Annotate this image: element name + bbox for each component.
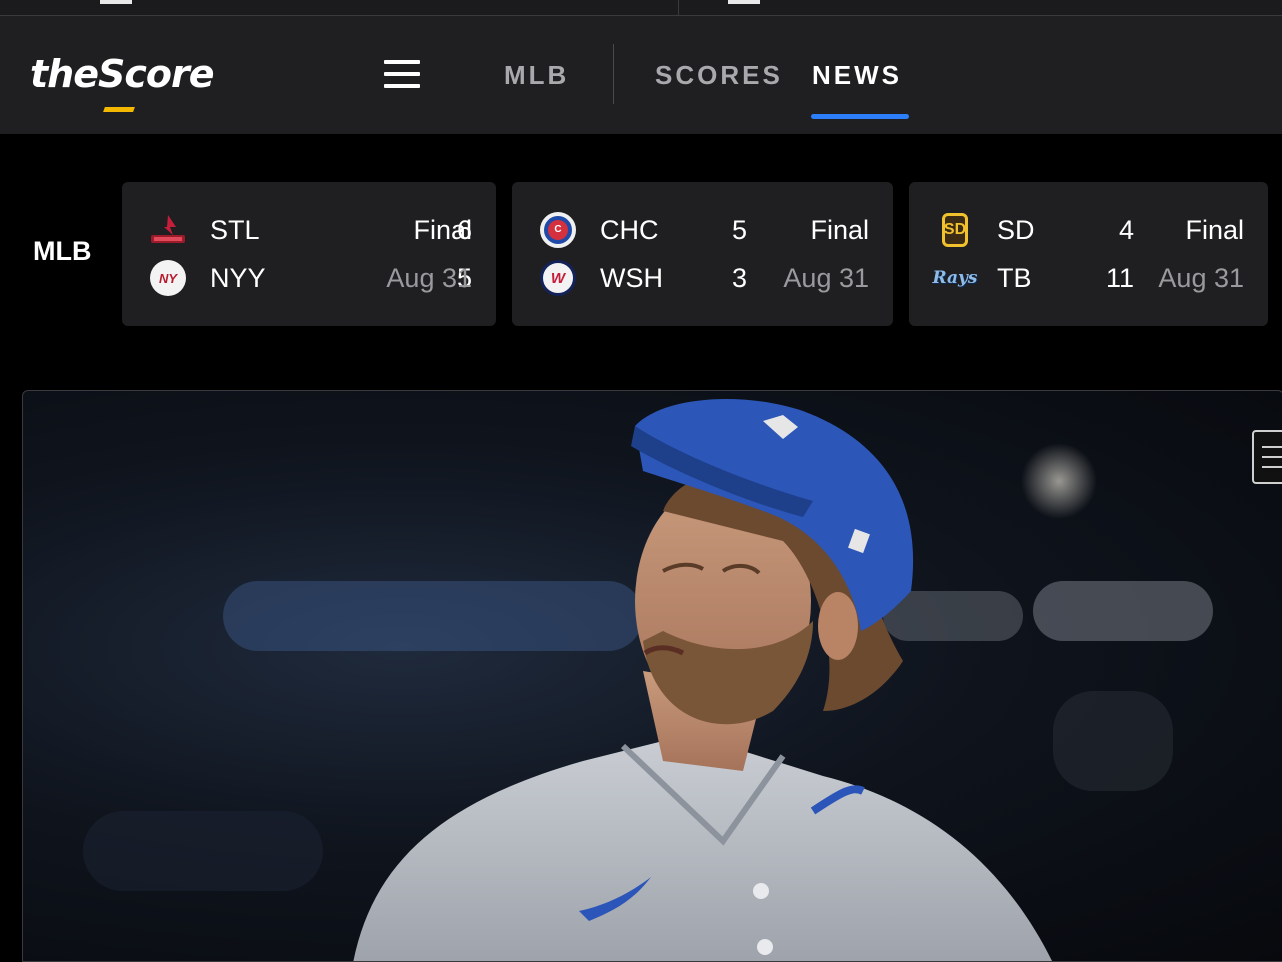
team-score: 11 (1105, 263, 1134, 293)
tab-news[interactable]: NEWS (812, 60, 902, 91)
team-abbr: CHC (600, 215, 659, 245)
scores-league-label: MLB (33, 236, 92, 266)
game-row-away: C CHC 5 Final (512, 212, 893, 248)
logo-accent-underline (103, 107, 135, 112)
team-abbr: SD (997, 215, 1035, 245)
padres-logo-icon: SD (935, 213, 975, 247)
game-status: Final (1185, 215, 1244, 245)
team-abbr: TB (997, 263, 1032, 293)
pitcher-photo (83, 399, 1213, 961)
nationals-logo-icon: W (538, 260, 578, 296)
game-card[interactable]: SD SD 4 Final Rays TB 11 Aug 31 (909, 182, 1268, 326)
game-card[interactable]: STL 6 Final NY NYY 5 Aug 31 (122, 182, 496, 326)
team-abbr: STL (210, 215, 260, 245)
game-row-home: W WSH 3 Aug 31 (512, 260, 893, 296)
rays-logo-icon: Rays (932, 268, 978, 288)
hero-article-image[interactable] (22, 390, 1282, 962)
tab-divider (678, 0, 679, 16)
team-abbr: WSH (600, 263, 663, 293)
cardinals-logo-icon (148, 213, 188, 247)
game-row-home: Rays TB 11 Aug 31 (909, 261, 1268, 295)
active-tab-indicator (811, 114, 909, 119)
yankees-logo-icon: NY (148, 260, 188, 296)
cubs-logo-icon: C (538, 212, 578, 248)
site-header: theScore MLB SCORES NEWS (0, 16, 1282, 134)
team-score: 3 (731, 263, 747, 293)
team-score: 5 (731, 215, 747, 245)
game-status: Final (413, 215, 472, 245)
game-row-home: NY NYY 5 Aug 31 (122, 260, 496, 296)
nav-league-mlb[interactable]: MLB (504, 60, 569, 91)
nav-divider (613, 44, 614, 104)
tab-indicator (728, 0, 760, 4)
game-row-away: SD SD 4 Final (909, 213, 1268, 247)
menu-icon[interactable] (384, 60, 420, 88)
game-date: Aug 31 (386, 263, 472, 293)
sidebar-toggle-icon[interactable] (1252, 430, 1282, 484)
game-row-away: STL 6 Final (122, 213, 496, 247)
game-date: Aug 31 (783, 263, 869, 293)
game-status: Final (810, 215, 869, 245)
game-card[interactable]: C CHC 5 Final W WSH 3 Aug 31 (512, 182, 893, 326)
team-score: 4 (1118, 215, 1134, 245)
game-date: Aug 31 (1158, 263, 1244, 293)
browser-top-strip (0, 0, 1282, 16)
thescore-logo[interactable]: theScore (30, 52, 215, 96)
tab-scores[interactable]: SCORES (655, 60, 783, 91)
team-abbr: NYY (210, 263, 266, 293)
tab-indicator (100, 0, 132, 4)
